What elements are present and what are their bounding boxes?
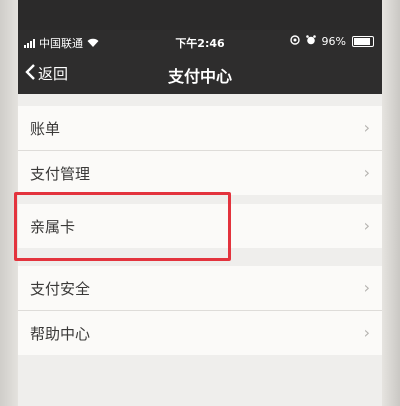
menu-item-label: 帮助中心 [30, 324, 91, 343]
menu-group-security: 支付安全 › 帮助中心 › [18, 266, 382, 355]
menu-item-label: 支付管理 [30, 164, 91, 183]
phone-bezel-top [0, 0, 400, 30]
chevron-right-icon: › [363, 216, 370, 235]
chevron-right-icon: › [363, 278, 370, 297]
menu-item-help-center[interactable]: 帮助中心 › [18, 311, 382, 355]
menu-item-payment-management[interactable]: 支付管理 › [18, 151, 382, 195]
alarm-icon [305, 35, 316, 48]
menu-item-bills[interactable]: 账单 › [18, 106, 382, 151]
chevron-right-icon: › [363, 323, 370, 342]
rotation-lock-icon [289, 35, 300, 48]
chevron-right-icon: › [363, 118, 370, 137]
status-bar: 中国联通 下午2:46 96% [18, 30, 382, 54]
battery-percent: 96% [321, 35, 346, 48]
highlight-box [14, 192, 231, 261]
page-title: 支付中心 [167, 67, 232, 86]
chevron-right-icon: › [363, 163, 370, 182]
phone-bezel-right [382, 0, 400, 406]
menu-group-billing: 账单 › 支付管理 › [18, 106, 382, 195]
navigation-bar: 返回 支付中心 [18, 54, 382, 94]
menu-item-label: 账单 [30, 119, 61, 138]
battery-icon [352, 36, 374, 47]
menu-item-payment-security[interactable]: 支付安全 › [18, 266, 382, 311]
menu-item-label: 支付安全 [30, 279, 91, 298]
